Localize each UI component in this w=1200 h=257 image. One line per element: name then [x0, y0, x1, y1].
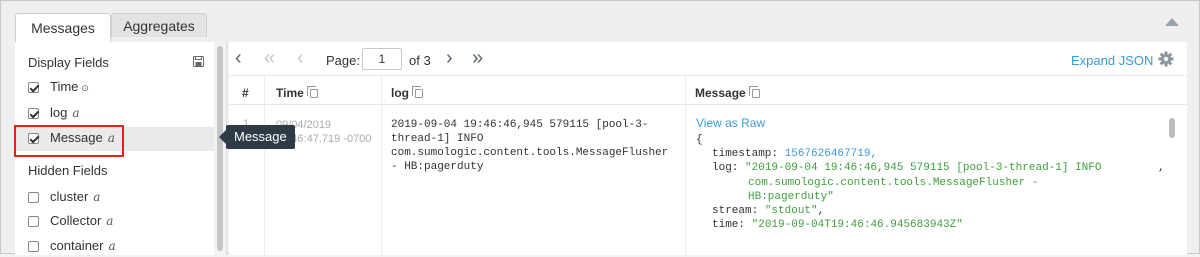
collapse-icon[interactable] — [1165, 18, 1179, 26]
save-icon[interactable] — [193, 56, 204, 67]
view-as-raw-link[interactable]: View as Raw — [696, 116, 765, 130]
json-comma: , — [817, 205, 825, 218]
checkbox[interactable] — [28, 241, 39, 252]
expand-json-link[interactable]: Expand JSON — [1071, 53, 1153, 68]
collapse-panel-icon[interactable]: ‹ — [235, 48, 242, 68]
json-open-brace: { — [696, 134, 703, 146]
header-label: Message — [695, 86, 746, 100]
field-time[interactable]: Time ⊙ — [15, 76, 215, 98]
string-type-icon: a — [93, 190, 101, 204]
json-key: stream: — [712, 205, 759, 218]
field-label: cluster — [50, 189, 89, 204]
results-table: ‹ « ‹ Page: 1 of 3 › » Expand JSON # Tim… — [229, 42, 1187, 255]
field-cluster[interactable]: cluster a — [15, 186, 215, 208]
log-line: com.sumologic.content.tools.MessageFlush… — [391, 147, 669, 159]
tab-aggregates[interactable]: Aggregates — [111, 13, 207, 37]
tab-messages[interactable]: Messages — [15, 13, 111, 43]
hidden-fields-title: Hidden Fields — [28, 163, 108, 178]
json-key: time: — [712, 219, 746, 232]
header-label: Time — [276, 86, 304, 100]
log-line: thread-1] INFO — [391, 133, 484, 145]
json-value: 1567626467719, — [784, 148, 878, 161]
field-tooltip: Message — [219, 125, 295, 149]
highlight-box — [14, 125, 124, 157]
field-scrollbar-thumb[interactable] — [217, 46, 223, 251]
json-comma: , — [1158, 162, 1165, 175]
first-page-icon[interactable]: « — [264, 48, 275, 68]
field-label: container — [50, 238, 104, 253]
gear-icon[interactable] — [1158, 51, 1174, 67]
field-log[interactable]: log a — [15, 102, 215, 124]
col-header-message[interactable]: Message — [695, 86, 760, 100]
page-label: Page: — [326, 53, 360, 68]
string-type-icon: a — [106, 214, 114, 228]
checkbox[interactable] — [28, 108, 39, 119]
json-timestamp: timestamp: 1567626467719, — [696, 147, 1166, 161]
clock-icon: ⊙ — [81, 83, 89, 93]
copy-icon[interactable] — [748, 86, 760, 98]
json-stream: stream: "stdout", — [696, 204, 1166, 218]
json-value: "2019-09-04 19:46:46,945 579115 [pool-3-… — [745, 162, 1102, 175]
string-type-icon: a — [108, 239, 116, 253]
pagination-toolbar: ‹ « ‹ Page: 1 of 3 › » Expand JSON — [229, 42, 1187, 76]
col-header-time[interactable]: Time — [276, 86, 318, 100]
column-divider — [264, 76, 265, 255]
copy-icon[interactable] — [306, 86, 318, 98]
log-line: - HB:pagerduty — [391, 161, 484, 173]
json-time: time: "2019-09-04T19:46:46.945683943Z" — [696, 218, 1166, 232]
json-view: { timestamp: 1567626467719, log: "2019-0… — [696, 133, 1166, 232]
search-results-panel: Messages Aggregates Display Fields Time ⊙… — [0, 0, 1200, 255]
json-log-cont: HB:pagerduty" — [748, 190, 834, 203]
json-value: "2019-09-04T19:46:46.945683943Z" — [751, 219, 963, 232]
checkbox[interactable] — [28, 216, 39, 227]
last-page-icon[interactable]: » — [472, 48, 483, 68]
checkbox[interactable] — [28, 192, 39, 203]
row-message: View as Raw — [696, 116, 765, 130]
prev-page-icon[interactable]: ‹ — [297, 48, 304, 68]
row-log: 2019-09-04 19:46:46,945 579115 [pool-3- … — [391, 118, 668, 174]
json-key: log: — [712, 162, 739, 175]
display-fields-title: Display Fields — [28, 55, 109, 70]
col-header-log[interactable]: log — [391, 86, 423, 100]
header-label: log — [391, 86, 409, 100]
message-scrollbar[interactable] — [1169, 118, 1175, 138]
checkbox[interactable] — [28, 82, 39, 93]
field-collector[interactable]: Collector a — [15, 210, 215, 232]
column-divider — [381, 76, 382, 255]
json-log-cont: com.sumologic.content.tools.MessageFlush… — [748, 176, 1039, 189]
page-count: of 3 — [409, 53, 431, 68]
field-label: log — [50, 105, 68, 120]
field-label: Time — [50, 79, 79, 94]
tab-bar: Messages Aggregates — [1, 1, 1200, 43]
column-divider — [685, 76, 686, 255]
header-divider — [229, 104, 1187, 105]
json-log: log: "2019-09-04 19:46:46,945 579115 [po… — [696, 161, 1166, 175]
next-page-icon[interactable]: › — [446, 48, 453, 68]
col-header-num: # — [242, 86, 249, 100]
copy-icon[interactable] — [412, 86, 423, 98]
log-line: 2019-09-04 19:46:46,945 579115 [pool-3- — [391, 119, 649, 131]
field-label: Collector — [50, 213, 102, 228]
json-key: timestamp: — [712, 148, 779, 161]
page-input[interactable]: 1 — [362, 48, 402, 70]
json-value: "stdout" — [764, 205, 818, 218]
string-type-icon: a — [72, 106, 80, 120]
